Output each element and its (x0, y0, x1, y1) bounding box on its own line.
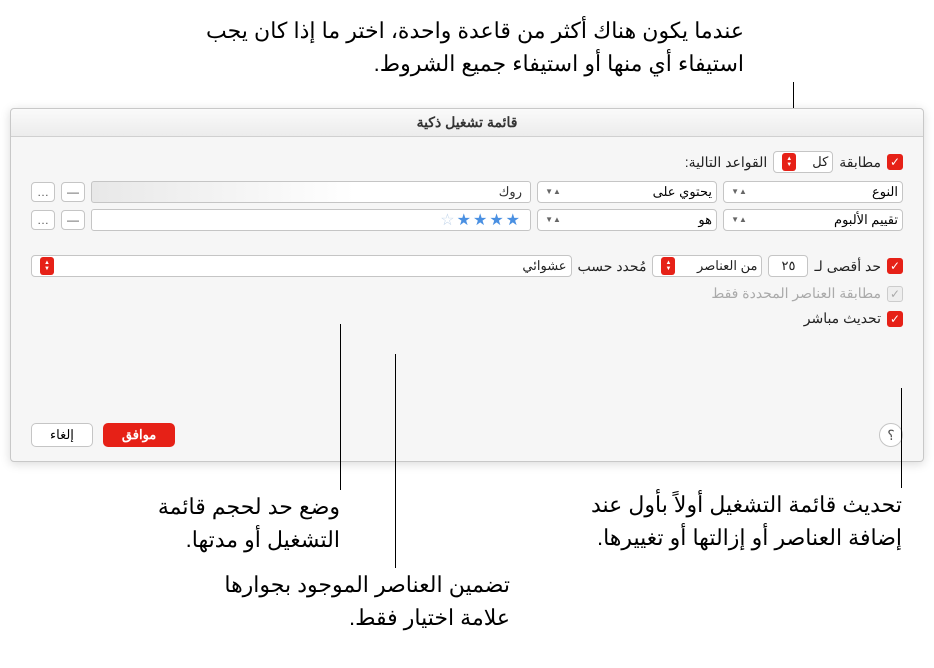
dialog-content: ✓ مطابقة كل ▲▼ القواعد التالية: النوع ▲▼… (11, 137, 923, 349)
star-rating: ★★★★☆ (440, 210, 522, 230)
updown-icon: ▲▼ (546, 183, 560, 201)
rule-field-value: النوع (872, 184, 898, 200)
rule-value-text: روك (499, 184, 522, 200)
footer-buttons: إلغاء موافق (31, 423, 175, 447)
updown-icon: ▲▼ (40, 257, 54, 275)
rule-op-value: هو (698, 212, 712, 228)
limit-count-input[interactable]: ٢٥ (768, 255, 808, 277)
updown-icon: ▲▼ (661, 257, 675, 275)
selected-by-select[interactable]: عشوائي ▲▼ (31, 255, 572, 277)
dialog-title: قائمة تشغيل ذكية (11, 109, 923, 137)
rule-field-value: تقييم الألبوم (834, 212, 898, 228)
selected-by-value: عشوائي (522, 258, 566, 274)
match-row: ✓ مطابقة كل ▲▼ القواعد التالية: (31, 151, 903, 173)
annotation-top: عندما يكون هناك أكثر من قاعدة واحدة، اخت… (134, 14, 744, 80)
rule-value-stars[interactable]: ★★★★☆ (91, 209, 531, 231)
match-checked-label: مطابقة العناصر المحددة فقط (711, 285, 881, 302)
more-rule-button[interactable]: … (31, 210, 55, 230)
remove-rule-button[interactable]: — (61, 182, 85, 202)
annotation-limit: وضع حد لحجم قائمة التشغيل أو مدتها. (115, 490, 340, 556)
rule-op-value: يحتوي على (653, 184, 712, 200)
limit-checkbox[interactable]: ✓ (887, 258, 903, 274)
annotation-live-update: تحديث قائمة التشغيل أولاً بأول عند إضافة… (572, 488, 902, 554)
selected-by-label: مُحدد حسب (578, 258, 647, 275)
remove-rule-button[interactable]: — (61, 210, 85, 230)
annotation-checked-only: تضمين العناصر الموجود بجوارها علامة اختي… (190, 568, 510, 634)
limit-unit-select[interactable]: من العناصر ▲▼ (652, 255, 762, 277)
match-checked-row: ✓ مطابقة العناصر المحددة فقط (31, 285, 903, 302)
live-update-checkbox[interactable]: ✓ (887, 311, 903, 327)
rule-row: تقييم الألبوم ▲▼ هو ▲▼ ★★★★☆ — … (31, 209, 903, 231)
callout-line (340, 324, 341, 490)
match-suffix: القواعد التالية: (685, 154, 767, 171)
match-checkbox[interactable]: ✓ (887, 154, 903, 170)
cancel-button[interactable]: إلغاء (31, 423, 93, 447)
rule-op-select[interactable]: يحتوي على ▲▼ (537, 181, 717, 203)
limit-unit-value: من العناصر (697, 258, 757, 274)
callout-line (395, 354, 396, 568)
match-scope-select[interactable]: كل ▲▼ (773, 151, 833, 173)
smart-playlist-dialog: قائمة تشغيل ذكية ✓ مطابقة كل ▲▼ القواعد … (10, 108, 924, 462)
limit-label: حد أقصى لـ (814, 258, 881, 275)
updown-icon: ▲▼ (546, 211, 560, 229)
more-rule-button[interactable]: … (31, 182, 55, 202)
live-update-label: تحديث مباشر (804, 310, 881, 327)
help-button[interactable]: ؟ (879, 423, 903, 447)
match-checked-checkbox[interactable]: ✓ (887, 286, 903, 302)
live-update-row: ✓ تحديث مباشر (31, 310, 903, 327)
match-scope-value: كل (812, 154, 828, 170)
limit-row: ✓ حد أقصى لـ ٢٥ من العناصر ▲▼ مُحدد حسب … (31, 255, 903, 277)
match-label: مطابقة (839, 154, 881, 171)
rule-field-select[interactable]: تقييم الألبوم ▲▼ (723, 209, 903, 231)
updown-icon: ▲▼ (782, 153, 796, 171)
updown-icon: ▲▼ (732, 211, 746, 229)
ok-button[interactable]: موافق (103, 423, 175, 447)
rule-field-select[interactable]: النوع ▲▼ (723, 181, 903, 203)
rule-value-input[interactable]: روك (91, 181, 531, 203)
updown-icon: ▲▼ (732, 183, 746, 201)
callout-line (901, 388, 902, 488)
rule-row: النوع ▲▼ يحتوي على ▲▼ روك — … (31, 181, 903, 203)
rule-op-select[interactable]: هو ▲▼ (537, 209, 717, 231)
